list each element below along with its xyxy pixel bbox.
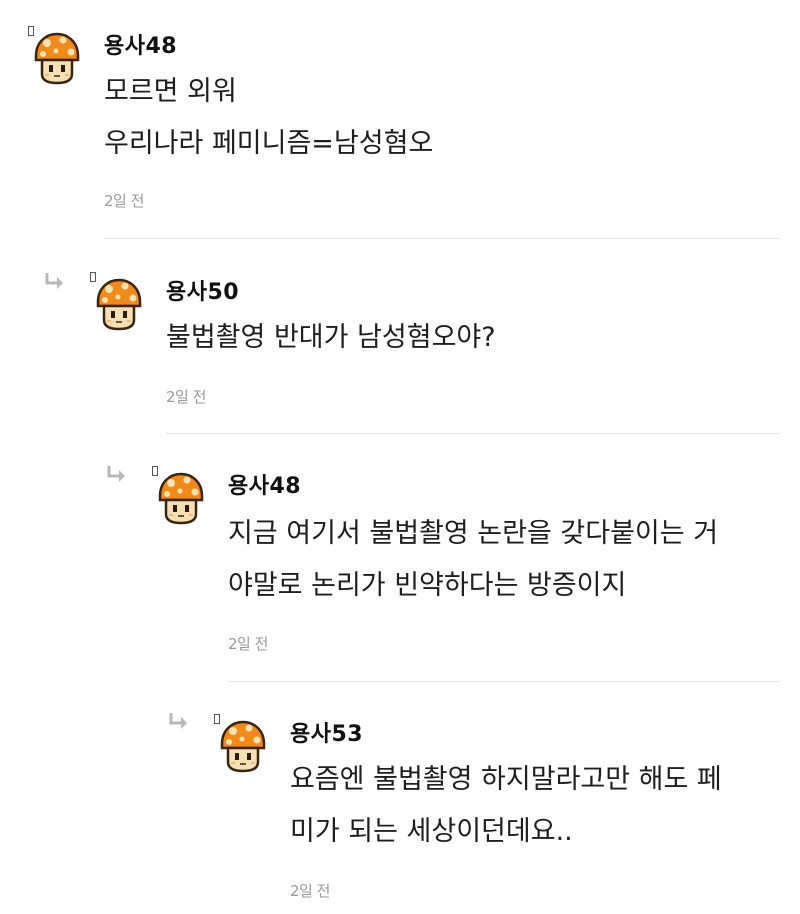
orange-mushroom-icon[interactable] [154, 470, 208, 526]
comment-text-line: 야말로 논리가 빈약하다는 방증이지 [228, 570, 627, 601]
username[interactable]: 용사48 [228, 468, 301, 500]
username[interactable]: 용사48 [104, 28, 177, 60]
username[interactable]: 용사50 [166, 274, 239, 306]
reply-arrow-icon [107, 465, 127, 483]
orange-mushroom-icon[interactable] [216, 718, 270, 774]
comment-text-line: 미가 되는 세상이던데요.. [290, 816, 573, 847]
comment-timestamp: 2일 전 [104, 192, 144, 210]
comment-timestamp: 2일 전 [166, 388, 206, 406]
comment-text-line: 불법촬영 반대가 남성혐오야? [166, 322, 496, 353]
comment-text-line: 요즘엔 불법촬영 하지말라고만 해도 페 [290, 764, 722, 795]
reply-arrow-icon [45, 272, 65, 290]
comment-text-line: 우리나라 페미니즘=남성혐오 [104, 128, 434, 159]
comment-text-line: 지금 여기서 불법촬영 논란을 갖다붙이는 거 [228, 518, 719, 549]
comment-timestamp: 2일 전 [228, 635, 268, 653]
reply-arrow-icon [169, 712, 189, 730]
orange-mushroom-icon[interactable] [92, 276, 146, 332]
orange-mushroom-icon[interactable] [30, 30, 84, 86]
username[interactable]: 용사53 [290, 716, 363, 748]
comment-divider [228, 681, 780, 682]
comment-timestamp: 2일 전 [290, 882, 330, 900]
comment-text-line: 모르면 외워 [104, 76, 237, 107]
comment-divider [104, 238, 780, 239]
comment-divider [166, 433, 780, 434]
